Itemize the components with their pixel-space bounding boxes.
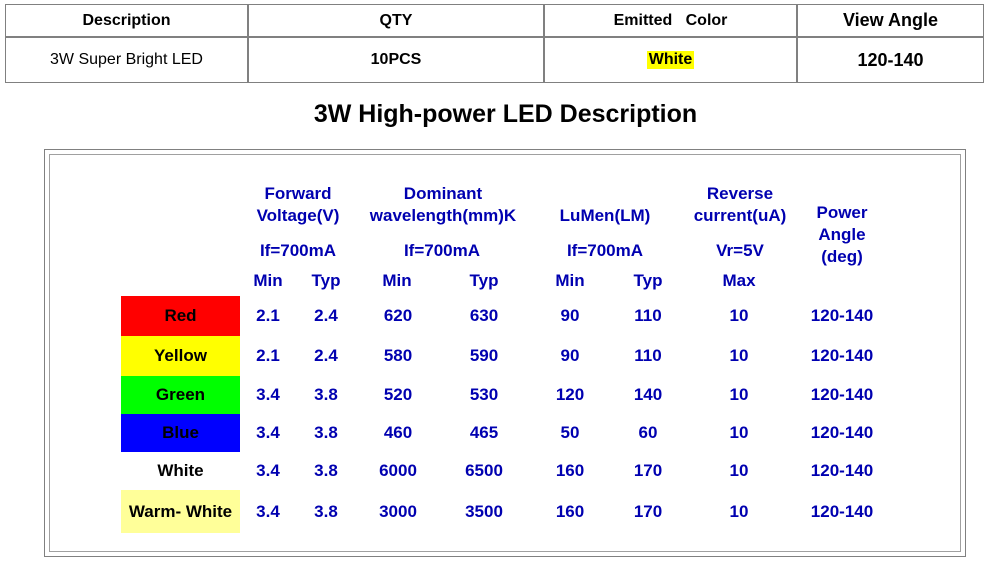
cell-vf-typ: 3.8 xyxy=(314,461,338,480)
cell-wl-min: 3000 xyxy=(379,502,417,521)
cell-lm-typ: 170 xyxy=(633,461,663,480)
sub-header-wl-min: Min xyxy=(382,271,412,290)
cell-wl-typ: 6500 xyxy=(465,461,503,480)
cell-lm-min: 160 xyxy=(555,461,585,480)
cell-ir-max: 10 xyxy=(729,502,749,521)
cell-ir-max: 10 xyxy=(729,346,749,365)
header-qty: QTY xyxy=(248,4,544,37)
sub-header-lm-min: Min xyxy=(555,271,585,290)
cond-reverse-current: Vr=5V xyxy=(716,241,764,260)
cell-emitted-color: White xyxy=(544,37,797,83)
cell-angle: 120-140 xyxy=(810,502,874,521)
cell-lm-min: 90 xyxy=(560,346,580,365)
cell-lm-typ: 110 xyxy=(634,306,662,325)
cell-vf-typ: 3.8 xyxy=(314,423,338,442)
cell-ir-max: 10 xyxy=(729,306,749,325)
col-header-forward-voltage: Forward Voltage(V) xyxy=(256,184,340,225)
cell-vf-min: 2.1 xyxy=(256,306,280,325)
color-highlight: White xyxy=(646,51,695,69)
swatch-warm-white: Warm- White xyxy=(121,490,240,533)
cell-view-angle: 120-140 xyxy=(797,37,984,83)
cell-wl-min: 580 xyxy=(383,346,413,365)
cell-wl-min: 460 xyxy=(383,423,413,442)
sub-header-ir-max: Max xyxy=(722,271,756,290)
cell-lm-typ: 60 xyxy=(638,423,658,442)
swatch-blue: Blue xyxy=(121,414,240,452)
cell-wl-typ: 630 xyxy=(469,306,499,325)
col-header-reverse-current: Reverse current(uA) xyxy=(693,184,787,225)
cell-wl-min: 620 xyxy=(383,306,413,325)
swatch-red: Red xyxy=(121,296,240,336)
cell-lm-typ: 110 xyxy=(634,346,662,365)
swatch-white: White xyxy=(121,452,240,490)
cell-lm-typ: 140 xyxy=(633,385,663,404)
header-emitted-color: Emitted Color xyxy=(544,4,797,37)
cell-wl-min: 6000 xyxy=(379,461,417,480)
cell-angle: 120-140 xyxy=(810,461,874,480)
sub-header-vf-typ: Typ xyxy=(311,271,341,290)
cell-ir-max: 10 xyxy=(729,423,749,442)
cell-ir-max: 10 xyxy=(729,385,749,404)
cell-wl-typ: 590 xyxy=(469,346,499,365)
cell-vf-typ: 3.8 xyxy=(314,385,338,404)
swatch-yellow: Yellow xyxy=(121,336,240,376)
sub-header-wl-typ: Typ xyxy=(469,271,499,290)
cell-vf-min: 3.4 xyxy=(256,461,280,480)
col-header-dominant-wavelength: Dominant wavelength(mm)K xyxy=(369,184,517,225)
cell-angle: 120-140 xyxy=(810,423,874,442)
cell-angle: 120-140 xyxy=(810,346,874,365)
cell-vf-typ: 2.4 xyxy=(314,346,338,365)
cell-qty: 10PCS xyxy=(248,37,544,83)
sub-header-vf-min: Min xyxy=(253,271,283,290)
cell-lm-min: 50 xyxy=(560,423,580,442)
swatch-green: Green xyxy=(121,376,240,414)
cell-vf-min: 3.4 xyxy=(256,502,280,521)
cell-vf-typ: 3.8 xyxy=(314,502,338,521)
cell-lm-min: 160 xyxy=(555,502,585,521)
cell-vf-min: 3.4 xyxy=(256,423,280,442)
col-header-lumen: LuMen(LM) xyxy=(559,206,651,225)
cell-vf-min: 3.4 xyxy=(256,385,280,404)
cell-lm-min: 120 xyxy=(555,385,585,404)
cell-ir-max: 10 xyxy=(729,461,749,480)
sub-header-lm-typ: Typ xyxy=(633,271,663,290)
page-title: 3W High-power LED Description xyxy=(313,100,698,128)
header-view-angle: View Angle xyxy=(797,4,984,37)
cond-dominant-wavelength: If=700mA xyxy=(403,241,481,260)
cell-angle: 120-140 xyxy=(810,385,874,404)
cell-wl-min: 520 xyxy=(383,385,413,404)
cond-forward-voltage: If=700mA xyxy=(259,241,337,260)
cell-vf-min: 2.1 xyxy=(256,346,280,365)
cell-wl-typ: 530 xyxy=(469,385,499,404)
cell-lm-typ: 170 xyxy=(633,502,663,521)
cell-angle: 120-140 xyxy=(810,306,874,325)
cell-wl-typ: 3500 xyxy=(465,502,503,521)
cell-description: 3W Super Bright LED xyxy=(5,37,248,83)
cell-wl-typ: 465 xyxy=(469,423,499,442)
col-header-power-angle: Power Angle (deg) xyxy=(816,203,868,266)
header-description: Description xyxy=(5,4,248,37)
cond-lumen: If=700mA xyxy=(566,241,644,260)
cell-vf-typ: 2.4 xyxy=(314,306,338,325)
cell-lm-min: 90 xyxy=(560,306,580,325)
